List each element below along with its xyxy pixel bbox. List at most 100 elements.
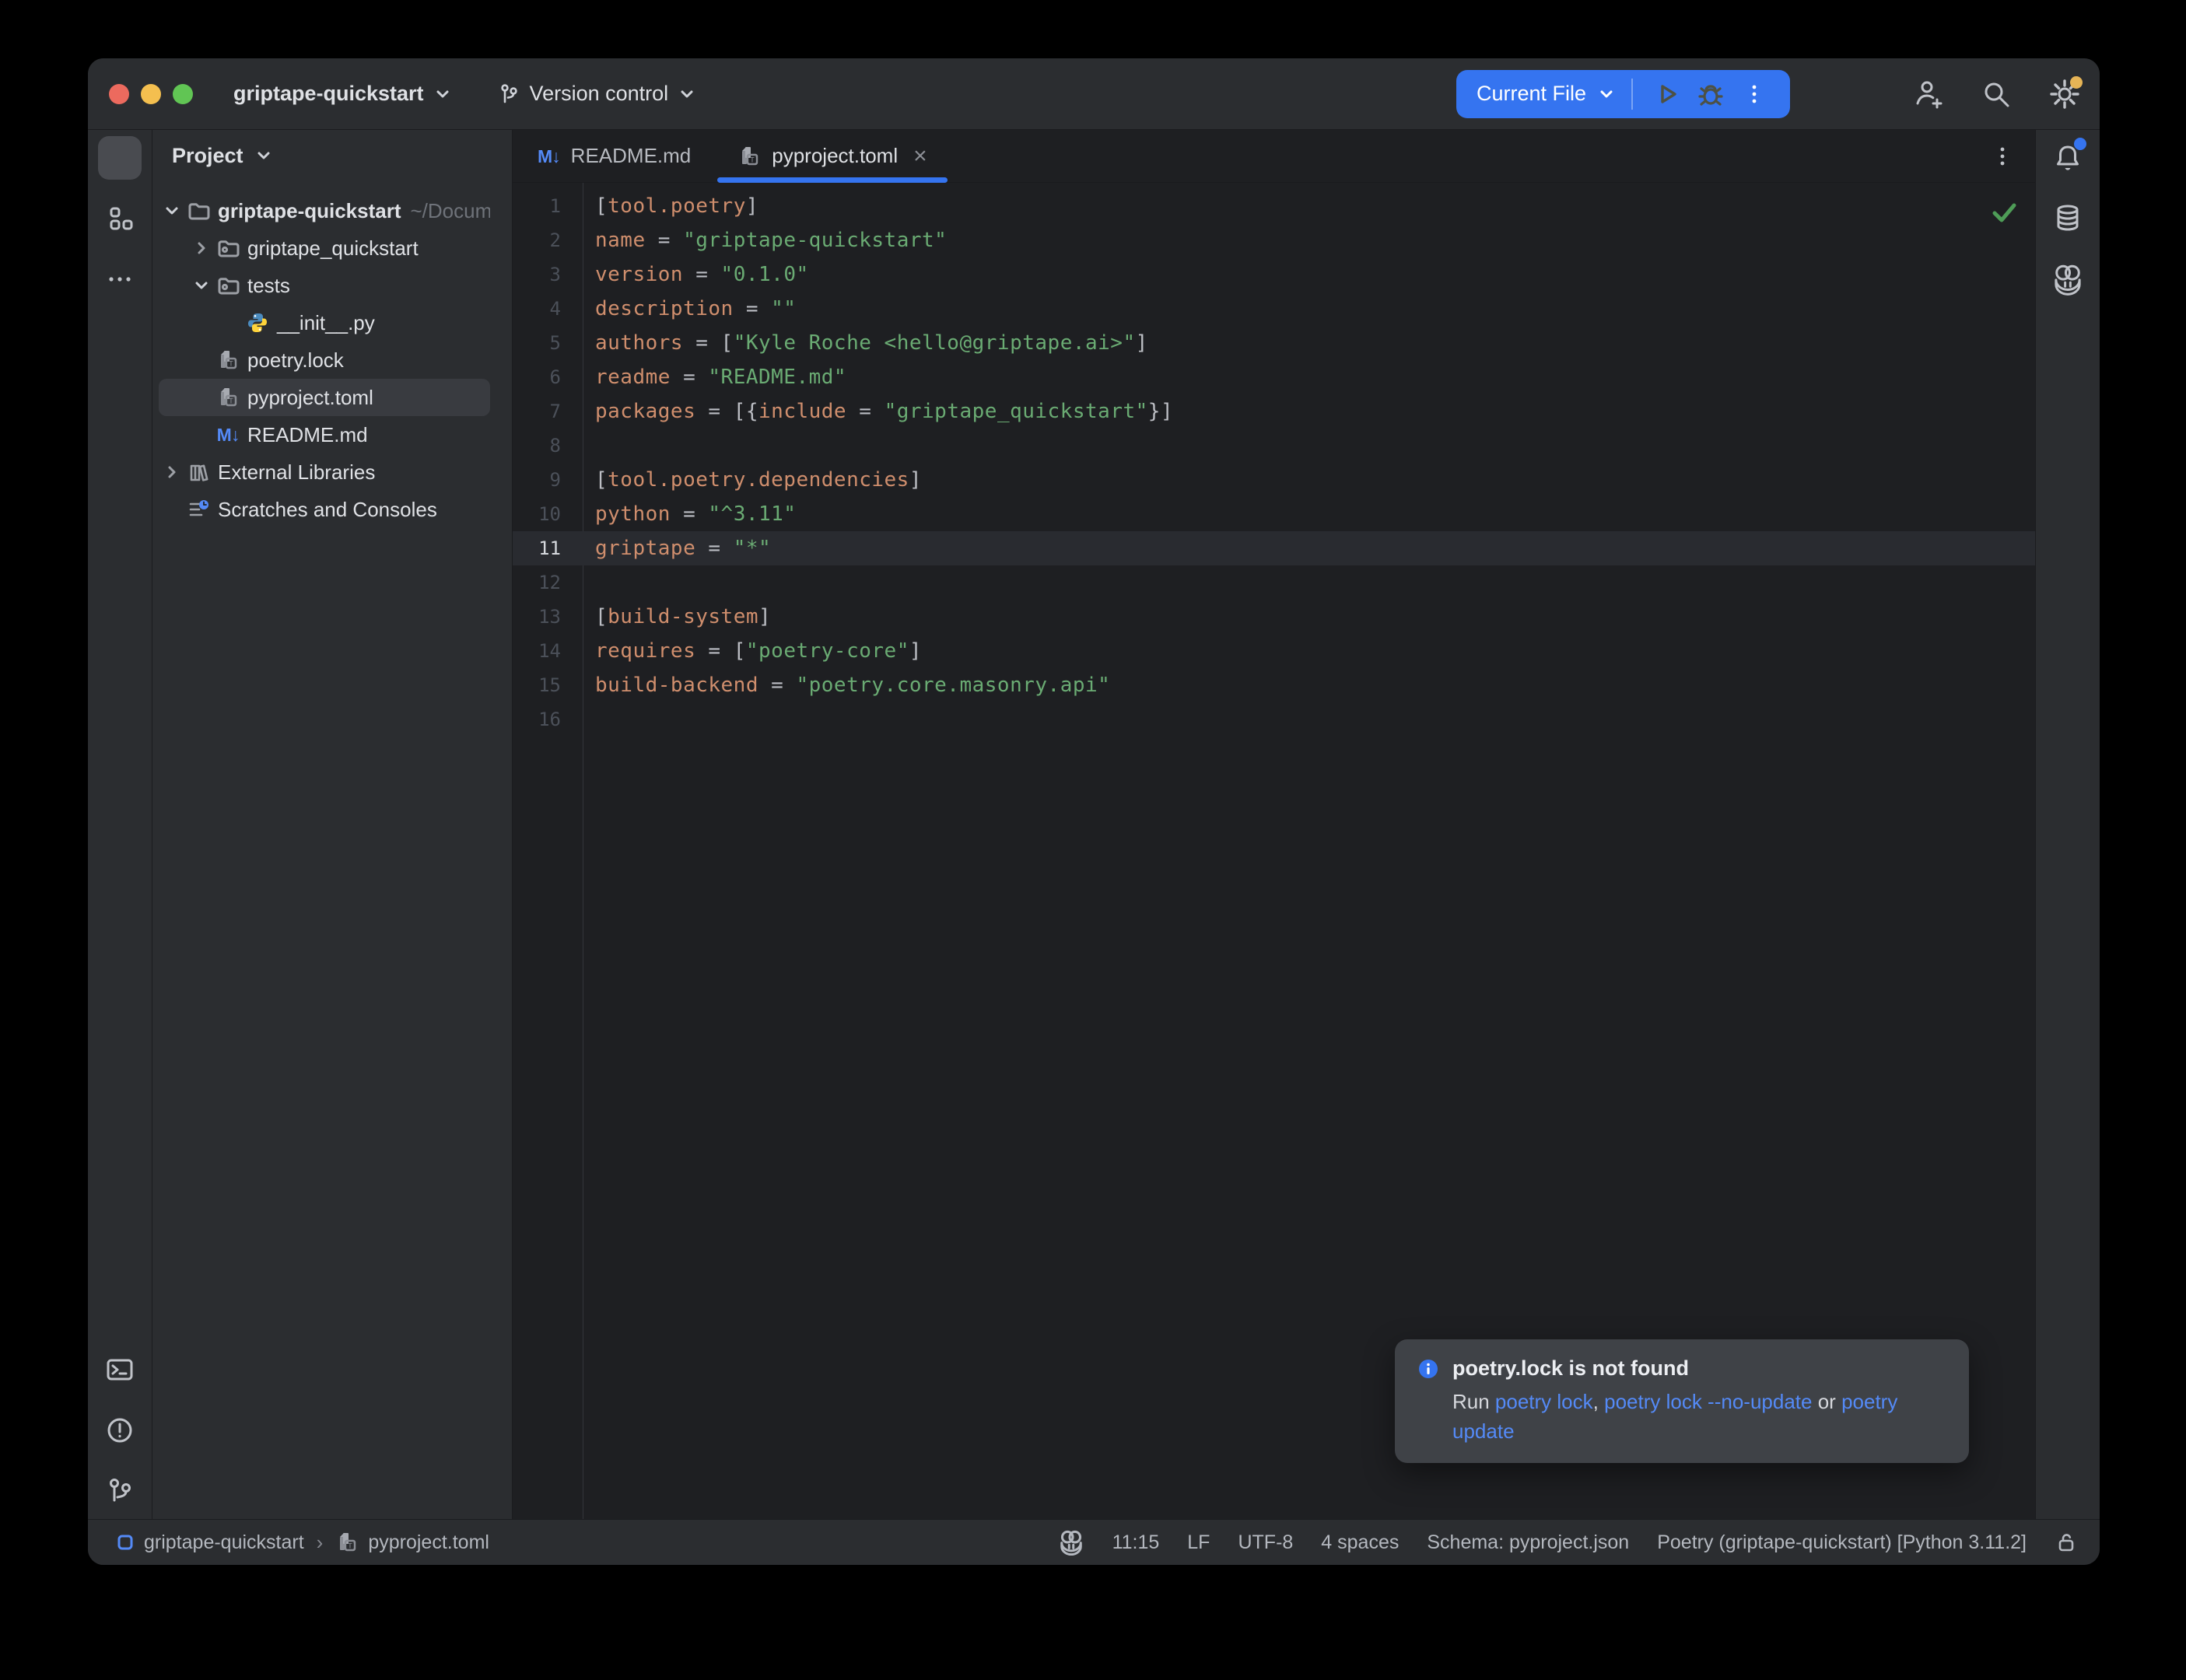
structure-tool-button[interactable] [98, 197, 142, 240]
tree-item-scratches-and-consoles[interactable]: Scratches and Consoles [159, 491, 490, 528]
code-line-14[interactable]: 14requires = ["poetry-core"] [513, 634, 2035, 668]
chevron-down-icon[interactable] [159, 198, 185, 224]
breadcrumb-griptape-quickstart[interactable]: griptape-quickstart [116, 1531, 304, 1554]
problems-tool-button[interactable] [98, 1409, 142, 1452]
code-line-3[interactable]: 3version = "0.1.0" [513, 257, 2035, 292]
notification-body: Run poetry lock, poetry lock --no-update… [1452, 1387, 1943, 1446]
more-tool-windows-button[interactable] [98, 257, 142, 301]
terminal-tool-button[interactable] [98, 1348, 142, 1391]
tree-item-griptape-quickstart[interactable]: griptape-quickstart~/Docume [159, 192, 490, 229]
code-line-8[interactable]: 8 [513, 429, 2035, 463]
code-with-me-button[interactable] [1905, 72, 1950, 117]
tree-item-poetry-lock[interactable]: [T]poetry.lock [159, 341, 490, 379]
database-tool-button[interactable] [2046, 197, 2090, 240]
status-widget[interactable]: 11:15 [1112, 1531, 1160, 1554]
tab-pyproject-toml[interactable]: [T]pyproject.toml× [714, 130, 950, 182]
code-editor[interactable]: 1[tool.poetry]2name = "griptape-quicksta… [513, 183, 2035, 1519]
search-everywhere-button[interactable] [1974, 72, 2019, 117]
ai-assistant-tool-button[interactable] [2046, 257, 2090, 301]
line-number[interactable]: 7 [513, 401, 583, 422]
code-line-15[interactable]: 15build-backend = "poetry.core.masonry.a… [513, 668, 2035, 702]
line-number[interactable]: 10 [513, 503, 583, 525]
notification-text: , [1593, 1390, 1604, 1413]
breadcrumbs: griptape-quickstart›[T]pyproject.toml [116, 1531, 489, 1555]
code-line-1[interactable]: 1[tool.poetry] [513, 189, 2035, 223]
more-run-options-button[interactable] [1732, 75, 1776, 113]
tree-item-griptape-quickstart[interactable]: griptape_quickstart [159, 229, 490, 267]
tree-item-label: Scratches and Consoles [218, 498, 437, 522]
ai-assistant-status-icon[interactable] [1058, 1529, 1084, 1556]
notification-action-link[interactable]: poetry lock --no-update [1604, 1390, 1812, 1413]
line-number[interactable]: 9 [513, 469, 583, 491]
tree-item-external-libraries[interactable]: External Libraries [159, 453, 490, 491]
chevron-right-icon[interactable] [159, 459, 185, 485]
settings-button[interactable] [2042, 72, 2087, 117]
line-number[interactable]: 11 [513, 537, 583, 559]
close-tab-icon[interactable]: × [913, 145, 927, 168]
code-line-2[interactable]: 2name = "griptape-quickstart" [513, 223, 2035, 257]
ide-window: griptape-quickstart Version control Curr… [88, 58, 2100, 1565]
status-widget[interactable]: LF [1187, 1531, 1210, 1554]
line-number[interactable]: 3 [513, 264, 583, 285]
line-number[interactable]: 8 [513, 435, 583, 457]
code-line-13[interactable]: 13[build-system] [513, 600, 2035, 634]
line-number[interactable]: 4 [513, 298, 583, 320]
code-line-16[interactable]: 16 [513, 702, 2035, 737]
code-line-6[interactable]: 6readme = "README.md" [513, 360, 2035, 394]
tree-item-label: External Libraries [218, 460, 375, 485]
debug-button[interactable] [1689, 75, 1732, 113]
toml-icon: [T] [737, 145, 761, 168]
code-line-7[interactable]: 7packages = [{include = "griptape_quicks… [513, 394, 2035, 429]
vcs-selector[interactable]: Version control [497, 82, 697, 106]
chevron-down-icon[interactable] [188, 272, 215, 299]
line-number[interactable]: 1 [513, 195, 583, 217]
notification-action-link[interactable]: poetry lock [1495, 1390, 1593, 1413]
project-selector[interactable]: griptape-quickstart [233, 82, 452, 106]
status-widget[interactable]: UTF-8 [1238, 1531, 1293, 1554]
code-line-4[interactable]: 4description = "" [513, 292, 2035, 326]
notifications-bell-button[interactable] [2046, 136, 2090, 180]
breadcrumb-pyproject-toml[interactable]: [T]pyproject.toml [335, 1531, 489, 1554]
code-line-5[interactable]: 5authors = ["Kyle Roche <hello@griptape.… [513, 326, 2035, 360]
project-selector-label: griptape-quickstart [233, 82, 424, 106]
title-bar: griptape-quickstart Version control Curr… [88, 58, 2100, 130]
line-number[interactable]: 14 [513, 640, 583, 662]
line-number[interactable]: 6 [513, 366, 583, 388]
project-tool-button[interactable] [98, 136, 142, 180]
status-widget[interactable]: Poetry (griptape-quickstart) [Python 3.1… [1657, 1531, 2027, 1554]
line-number[interactable]: 12 [513, 572, 583, 593]
run-button[interactable] [1645, 75, 1689, 113]
tree-item-label: poetry.lock [247, 348, 344, 373]
scratches-icon [185, 496, 212, 523]
zoom-window-button[interactable] [173, 84, 193, 104]
minimize-window-button[interactable] [141, 84, 161, 104]
tab-readme-md[interactable]: M↓README.md [514, 130, 714, 182]
close-window-button[interactable] [109, 84, 129, 104]
line-number[interactable]: 5 [513, 332, 583, 354]
run-config-selector[interactable]: Current File [1477, 82, 1616, 106]
line-number[interactable]: 16 [513, 709, 583, 730]
code-line-11[interactable]: 11griptape = "*" [513, 531, 2035, 565]
statusbar-widgets: 11:15 LF UTF-8 4 spaces Schema: pyproject.js… [1058, 1529, 2079, 1556]
line-number[interactable]: 15 [513, 674, 583, 696]
tree-item-tests[interactable]: tests [159, 267, 490, 304]
code-line-10[interactable]: 10python = "^3.11" [513, 497, 2035, 531]
line-number[interactable]: 2 [513, 229, 583, 251]
code-line-9[interactable]: 9[tool.poetry.dependencies] [513, 463, 2035, 497]
tab-options-kebab-icon[interactable] [1987, 141, 2018, 172]
project-panel-header[interactable]: Project [152, 130, 512, 181]
unlocked-padlock-icon[interactable] [2055, 1530, 2079, 1555]
tree-item-readme-md[interactable]: M↓README.md [159, 416, 490, 453]
tab-label: README.md [571, 144, 692, 168]
notification-popup[interactable]: poetry.lock is not found Run poetry lock… [1395, 1339, 1969, 1463]
status-widget[interactable]: Schema: pyproject.json [1427, 1531, 1629, 1554]
tree-item-pyproject-toml[interactable]: [T]pyproject.toml [159, 379, 490, 416]
tree-item--init-py[interactable]: __init__.py [159, 304, 490, 341]
git-tool-button[interactable] [98, 1469, 142, 1513]
chevron-right-icon[interactable] [188, 235, 215, 261]
line-number[interactable]: 13 [513, 606, 583, 628]
editor-area: M↓README.md[T]pyproject.toml× 1[tool.poe… [513, 130, 2035, 1519]
desktop: griptape-quickstart Version control Curr… [0, 0, 2186, 1680]
status-widget[interactable]: 4 spaces [1321, 1531, 1399, 1554]
code-line-12[interactable]: 12 [513, 565, 2035, 600]
